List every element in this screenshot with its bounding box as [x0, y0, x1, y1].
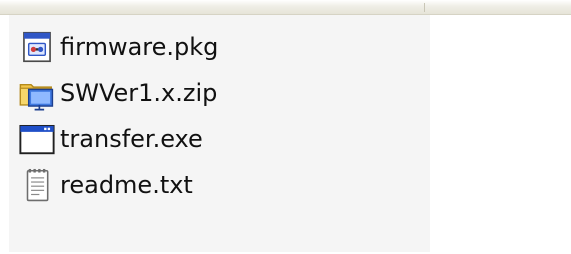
application-window-icon: [19, 124, 55, 155]
file-name: SWVer1.x.zip: [60, 79, 218, 107]
column-divider[interactable]: [424, 3, 425, 12]
column-header-bar: [0, 0, 571, 15]
file-name: transfer.exe: [60, 125, 203, 153]
file-item-readme-txt[interactable]: readme.txt: [18, 162, 218, 208]
explorer-window: firmware.pkg SWVer1.x.zip transfer.exe r…: [0, 0, 571, 254]
file-item-transfer-exe[interactable]: transfer.exe: [18, 116, 218, 162]
file-item-firmware-pkg[interactable]: firmware.pkg: [18, 24, 218, 70]
file-list-pane: firmware.pkg SWVer1.x.zip transfer.exe r…: [9, 15, 430, 252]
zip-folder-icon: [19, 83, 54, 111]
package-file-icon: [23, 31, 51, 63]
file-name: firmware.pkg: [60, 33, 219, 61]
file-list: firmware.pkg SWVer1.x.zip transfer.exe r…: [18, 24, 218, 208]
file-name: readme.txt: [60, 171, 193, 199]
text-document-icon: [26, 168, 49, 202]
file-item-swver1-zip[interactable]: SWVer1.x.zip: [18, 70, 218, 116]
